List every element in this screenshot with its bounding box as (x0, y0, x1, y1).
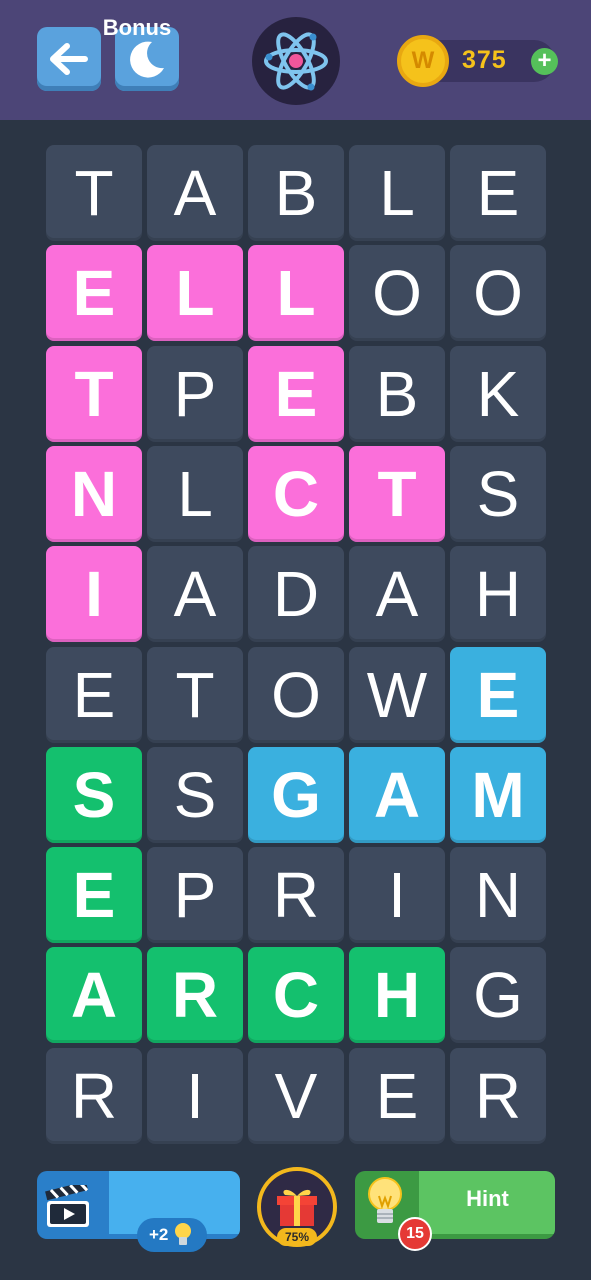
letter-tile[interactable]: B (349, 346, 445, 442)
letter-tile[interactable]: P (147, 847, 243, 943)
letter-tile[interactable]: R (147, 947, 243, 1043)
moon-icon (130, 41, 164, 78)
letter-tile[interactable]: N (46, 446, 142, 542)
letter-tile[interactable]: A (349, 747, 445, 843)
letter-tile[interactable]: R (46, 1048, 142, 1144)
letter-tile[interactable]: T (349, 446, 445, 542)
letter-tile[interactable]: B (248, 145, 344, 241)
letter-tile[interactable]: L (248, 245, 344, 341)
letter-tile[interactable]: L (349, 145, 445, 241)
letter-tile[interactable]: A (147, 546, 243, 642)
letter-tile[interactable]: R (450, 1048, 546, 1144)
letter-tile[interactable]: M (450, 747, 546, 843)
letter-tile[interactable]: C (248, 446, 344, 542)
coin-icon: W (397, 35, 449, 87)
letter-tile[interactable]: H (349, 947, 445, 1043)
letter-tile[interactable]: E (450, 647, 546, 743)
clapperboard-icon (45, 1185, 89, 1227)
letter-tile[interactable]: I (46, 546, 142, 642)
letter-tile[interactable]: R (248, 847, 344, 943)
letter-tile[interactable]: T (147, 647, 243, 743)
atom-icon (264, 32, 328, 91)
letter-tile[interactable]: T (46, 145, 142, 241)
letter-tile[interactable]: C (248, 947, 344, 1043)
letter-tile[interactable]: L (147, 446, 243, 542)
bonus-reward: +2 (149, 1225, 169, 1244)
letter-tile[interactable]: I (147, 1048, 243, 1144)
letter-tile[interactable]: S (46, 747, 142, 843)
letter-tile[interactable]: G (450, 947, 546, 1043)
letter-tile[interactable]: I (349, 847, 445, 943)
hint-count-badge: 15 (398, 1217, 432, 1251)
letter-tile[interactable]: A (46, 947, 142, 1043)
letter-tile[interactable]: E (349, 1048, 445, 1144)
letter-tile[interactable]: S (450, 446, 546, 542)
lightbulb-icon (175, 1223, 191, 1245)
letter-tile[interactable]: S (147, 747, 243, 843)
letter-tile[interactable]: P (147, 346, 243, 442)
letter-grid: TABLEELLOOTPEBKNLCTSIADAHETOWESSGAMEPRIN… (46, 145, 546, 1144)
plus-icon[interactable]: + (531, 48, 558, 75)
arrow-left-icon (50, 43, 88, 75)
letter-tile[interactable]: H (450, 546, 546, 642)
letter-tile[interactable]: O (349, 245, 445, 341)
letter-tile[interactable]: V (248, 1048, 344, 1144)
letter-tile[interactable]: O (450, 245, 546, 341)
letter-tile[interactable]: A (349, 546, 445, 642)
letter-tile[interactable]: D (248, 546, 344, 642)
gift-icon (277, 1189, 317, 1226)
letter-tile[interactable]: E (46, 847, 142, 943)
letter-tile[interactable]: A (147, 145, 243, 241)
letter-tile[interactable]: E (46, 647, 142, 743)
letter-tile[interactable]: O (248, 647, 344, 743)
letter-tile[interactable]: K (450, 346, 546, 442)
topic-button[interactable] (252, 17, 340, 105)
letter-tile[interactable]: E (46, 245, 142, 341)
letter-tile[interactable]: E (248, 346, 344, 442)
bonus-label: Bonus (102, 15, 172, 40)
letter-tile[interactable]: E (450, 145, 546, 241)
coin-symbol: W (411, 47, 435, 74)
bonus-reward-pill: +2 (137, 1218, 207, 1252)
gift-progress: 75% (277, 1228, 317, 1246)
letter-tile[interactable]: N (450, 847, 546, 943)
lightbulb-icon (368, 1177, 402, 1223)
hint-label: Hint (466, 1186, 509, 1211)
letter-tile[interactable]: G (248, 747, 344, 843)
coin-count: 375 (462, 46, 507, 74)
letter-tile[interactable]: W (349, 647, 445, 743)
letter-tile[interactable]: L (147, 245, 243, 341)
letter-tile[interactable]: T (46, 346, 142, 442)
